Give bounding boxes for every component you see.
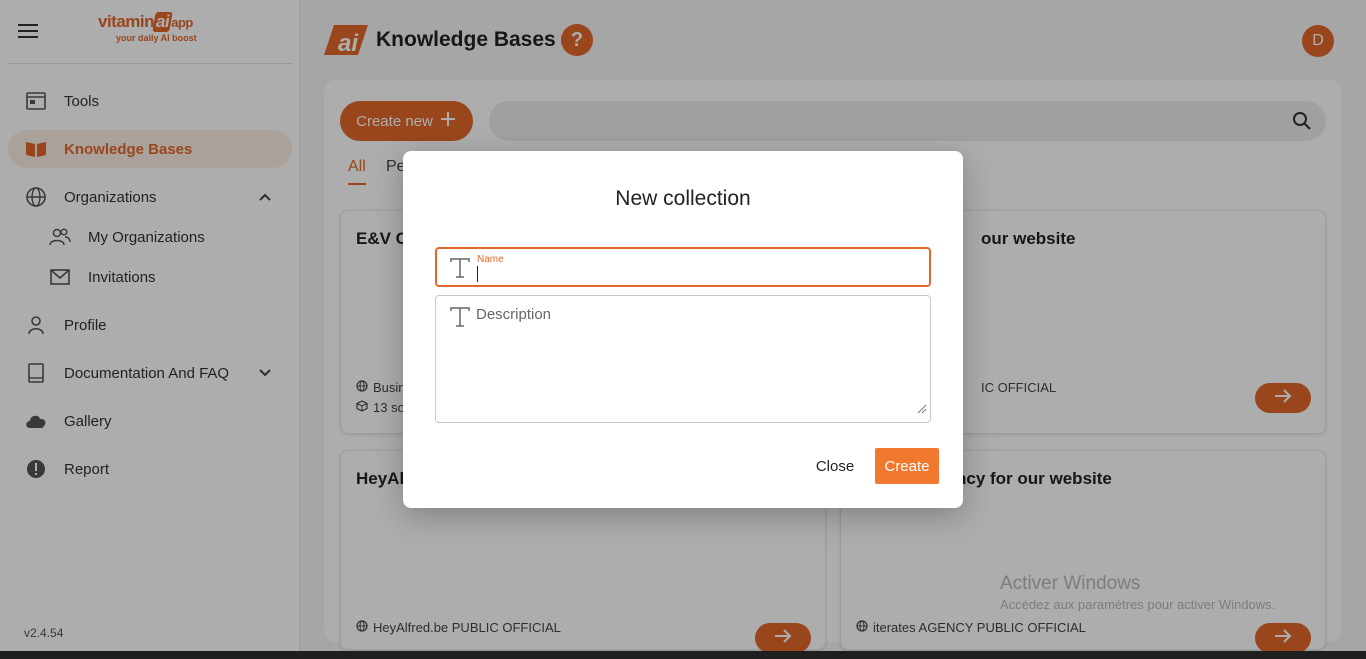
description-field[interactable]	[435, 295, 931, 423]
text-type-icon	[449, 258, 471, 283]
description-input[interactable]	[476, 306, 916, 414]
os-taskbar[interactable]	[0, 651, 1366, 659]
create-button[interactable]: Create	[875, 448, 939, 484]
resize-grip-icon[interactable]	[917, 401, 927, 419]
text-caret	[477, 266, 478, 282]
text-type-icon	[449, 307, 471, 332]
new-collection-dialog: New collection Name Close Create	[403, 151, 963, 508]
name-input[interactable]	[477, 266, 917, 282]
close-button[interactable]: Close	[807, 448, 863, 484]
dialog-title: New collection	[615, 187, 751, 210]
name-field[interactable]: Name	[435, 247, 931, 287]
name-field-label: Name	[477, 254, 504, 265]
